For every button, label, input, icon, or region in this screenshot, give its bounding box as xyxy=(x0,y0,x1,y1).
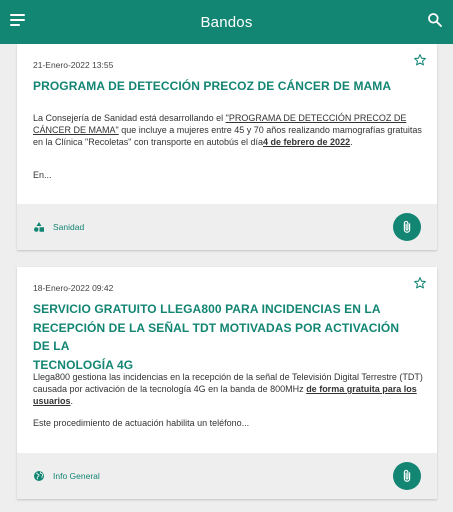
attachment-button[interactable] xyxy=(393,213,421,241)
body-text: . xyxy=(350,137,353,147)
card-footer: Sanidad xyxy=(17,204,437,250)
category-label: Sanidad xyxy=(53,222,85,232)
menu-icon[interactable] xyxy=(10,13,25,27)
bando-card[interactable]: 18-Enero-2022 09:42 SERVICIO GRATUITO LL… xyxy=(17,267,437,499)
post-body: La Consejería de Sanidad está desarrolla… xyxy=(33,112,423,148)
page-title: Bandos xyxy=(200,13,253,31)
post-title-line: RECEPCIÓN DE LA SEÑAL TDT MOTIVADAS POR … xyxy=(33,320,400,354)
post-title-line: PROGRAMA DE DETECCIÓN PRECOZ DE CÁNCER D… xyxy=(33,79,392,93)
post-excerpt-more: Este procedimiento de actuación habilita… xyxy=(33,418,250,428)
body-text: . xyxy=(70,396,74,406)
bando-card[interactable]: 21-Enero-2022 13:55 PROGRAMA DE DETECCIÓ… xyxy=(17,44,437,250)
star-icon[interactable] xyxy=(413,276,427,290)
category-label: Info General xyxy=(53,471,100,481)
post-excerpt-more: En... xyxy=(33,170,52,180)
post-title-line: SERVICIO GRATUITO LLEGA800 PARA INCIDENC… xyxy=(33,302,381,316)
category-tag[interactable]: Sanidad xyxy=(33,221,84,233)
paperclip-icon xyxy=(403,469,411,482)
shapes-icon xyxy=(34,222,44,232)
post-body: Llega800 gestiona las incidencias en la … xyxy=(33,371,423,407)
attachment-button[interactable] xyxy=(393,462,421,490)
paperclip-icon xyxy=(403,220,411,233)
globe-icon xyxy=(34,471,44,481)
category-tag[interactable]: Info General xyxy=(33,470,100,482)
post-title[interactable]: SERVICIO GRATUITO LLEGA800 PARA INCIDENC… xyxy=(33,300,417,374)
post-title[interactable]: PROGRAMA DE DETECCIÓN PRECOZ DE CÁNCER D… xyxy=(33,77,417,96)
post-date: 21-Enero-2022 13:55 xyxy=(33,60,114,70)
post-date: 18-Enero-2022 09:42 xyxy=(33,283,114,293)
search-icon[interactable] xyxy=(427,12,443,28)
date-highlight: 4 de febrero de 2022 xyxy=(263,137,351,147)
app-root: Bandos 21-Enero-2022 13:55 PROGRAMA DE D… xyxy=(0,0,453,512)
card-footer: Info General xyxy=(17,453,437,499)
top-app-bar: Bandos xyxy=(0,0,453,44)
body-text: La Consejería de Sanidad está desarrolla… xyxy=(33,113,226,123)
star-icon[interactable] xyxy=(413,53,427,67)
